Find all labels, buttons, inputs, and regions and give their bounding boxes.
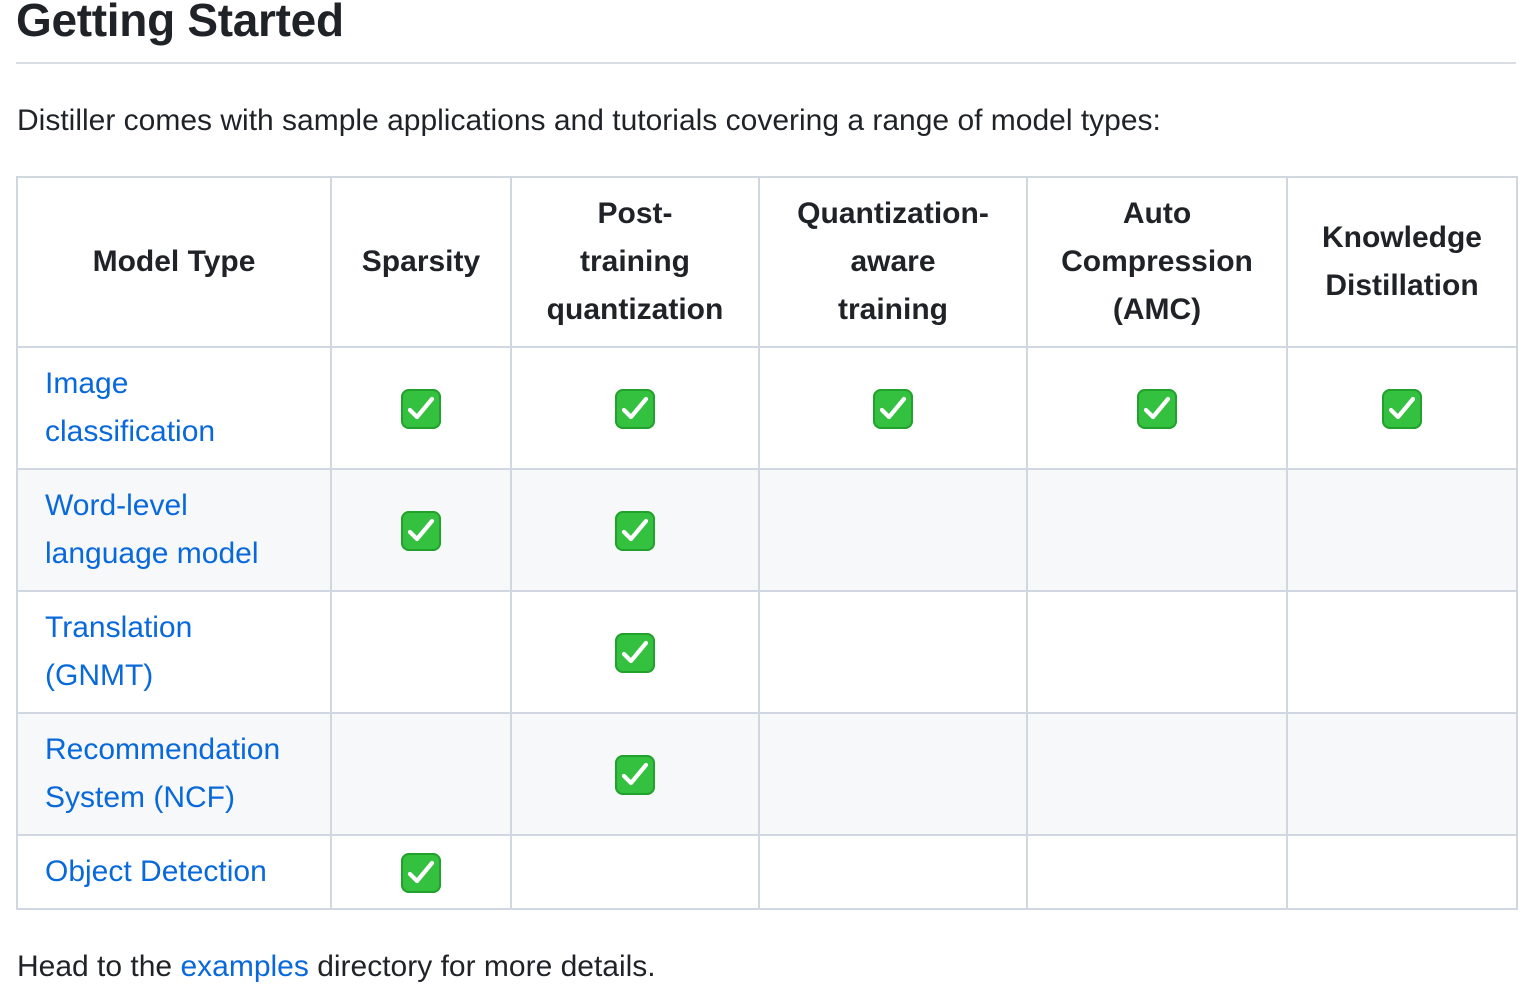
feature-cell-sparsity — [330, 834, 512, 910]
feature-cell-sparsity — [330, 712, 512, 836]
feature-cell-amc — [1026, 590, 1288, 714]
readme-section: Getting Started Distiller comes with sam… — [0, 0, 1536, 992]
footer-text-before: Head to the — [17, 950, 181, 983]
section-heading: Getting Started — [16, 0, 344, 46]
check-mark-icon — [615, 511, 655, 552]
header-label-line: Post- — [597, 197, 673, 230]
feature-cell-ptq — [510, 590, 760, 714]
header-label: Model Type — [92, 245, 256, 278]
feature-cell-kd — [1286, 346, 1518, 470]
header-label-line: training — [838, 293, 948, 326]
check-mark-icon — [615, 755, 655, 796]
heading-divider — [16, 62, 1516, 64]
header-label-line: Quantization- — [797, 197, 989, 230]
model-type-label-line: (GNMT) — [45, 659, 154, 692]
feature-cell-ptq — [510, 834, 760, 910]
model-type-cell: Recommendation System (NCF) — [16, 712, 332, 836]
feature-cell-qat — [758, 834, 1028, 910]
model-type-label-line: Translation — [45, 611, 193, 644]
feature-cell-kd — [1286, 834, 1518, 910]
check-mark-icon — [401, 511, 441, 552]
table-row: Image classification — [16, 346, 1518, 470]
model-type-link[interactable]: Recommendation System (NCF) — [45, 733, 280, 814]
feature-cell-ptq — [510, 712, 760, 836]
model-type-table: Model Type Sparsity Post- training quant… — [16, 176, 1518, 910]
feature-cell-qat — [758, 468, 1028, 592]
feature-cell-kd — [1286, 712, 1518, 836]
table-row: Recommendation System (NCF) — [16, 712, 1518, 836]
feature-cell-sparsity — [330, 590, 512, 714]
model-type-link[interactable]: Object Detection — [45, 855, 267, 888]
header-label-line: Auto — [1122, 197, 1192, 230]
check-mark-icon — [615, 633, 655, 674]
header-label-line: Distillation — [1325, 269, 1479, 302]
check-mark-icon — [1382, 389, 1422, 430]
model-type-link[interactable]: Image classification — [45, 367, 215, 448]
feature-cell-ptq — [510, 346, 760, 470]
feature-cell-amc — [1026, 712, 1288, 836]
footer-paragraph: Head to the examples directory for more … — [17, 944, 656, 990]
header-sparsity: Sparsity — [330, 176, 512, 348]
feature-cell-sparsity — [330, 468, 512, 592]
model-type-label-line: Object Detection — [45, 855, 267, 888]
model-type-link[interactable]: Word-level language model — [45, 489, 259, 570]
header-label: Sparsity — [361, 245, 481, 278]
table-row: Word-level language model — [16, 468, 1518, 592]
model-type-label-line: Word-level — [45, 489, 188, 522]
header-label-line: training — [580, 245, 690, 278]
model-type-cell: Translation (GNMT) — [16, 590, 332, 714]
header-label-line: quantization — [546, 293, 724, 326]
header-post-training-quantization: Post- training quantization — [510, 176, 760, 348]
header-auto-compression: Auto Compression (AMC) — [1026, 176, 1288, 348]
header-model-type: Model Type — [16, 176, 332, 348]
header-knowledge-distillation: Knowledge Distillation — [1286, 176, 1518, 348]
table-row: Translation (GNMT) — [16, 590, 1518, 714]
feature-cell-ptq — [510, 468, 760, 592]
header-quantization-aware-training: Quantization- aware training — [758, 176, 1028, 348]
feature-cell-amc — [1026, 346, 1288, 470]
check-mark-icon — [401, 389, 441, 430]
feature-cell-kd — [1286, 468, 1518, 592]
check-mark-icon — [1137, 389, 1177, 430]
model-type-cell: Image classification — [16, 346, 332, 470]
model-type-cell: Word-level language model — [16, 468, 332, 592]
table-header-row: Model Type Sparsity Post- training quant… — [16, 176, 1518, 348]
check-mark-icon — [873, 389, 913, 430]
feature-cell-amc — [1026, 834, 1288, 910]
model-type-link[interactable]: Translation (GNMT) — [45, 611, 192, 692]
model-type-label-line: classification — [45, 415, 216, 448]
table-body: Image classification Word-level language mo… — [16, 346, 1518, 910]
feature-cell-qat — [758, 590, 1028, 714]
feature-cell-qat — [758, 712, 1028, 836]
check-mark-icon — [615, 389, 655, 430]
header-label-line: Compression — [1061, 245, 1253, 278]
check-mark-icon — [401, 853, 441, 894]
footer-text-after: directory for more details. — [308, 950, 656, 983]
model-type-label-line: Image — [45, 367, 129, 400]
model-type-label-line: language model — [45, 537, 259, 570]
model-type-cell: Object Detection — [16, 834, 332, 910]
header-label-line: aware — [850, 245, 936, 278]
model-type-label-line: System (NCF) — [45, 781, 235, 814]
header-label-line: (AMC) — [1112, 293, 1202, 326]
header-label-line: Knowledge — [1321, 221, 1482, 254]
examples-link[interactable]: examples — [180, 950, 308, 983]
feature-cell-sparsity — [330, 346, 512, 470]
table-row: Object Detection — [16, 834, 1518, 910]
feature-cell-kd — [1286, 590, 1518, 714]
feature-cell-amc — [1026, 468, 1288, 592]
feature-cell-qat — [758, 346, 1028, 470]
intro-paragraph: Distiller comes with sample applications… — [17, 104, 1161, 137]
model-type-label-line: Recommendation — [45, 733, 281, 766]
